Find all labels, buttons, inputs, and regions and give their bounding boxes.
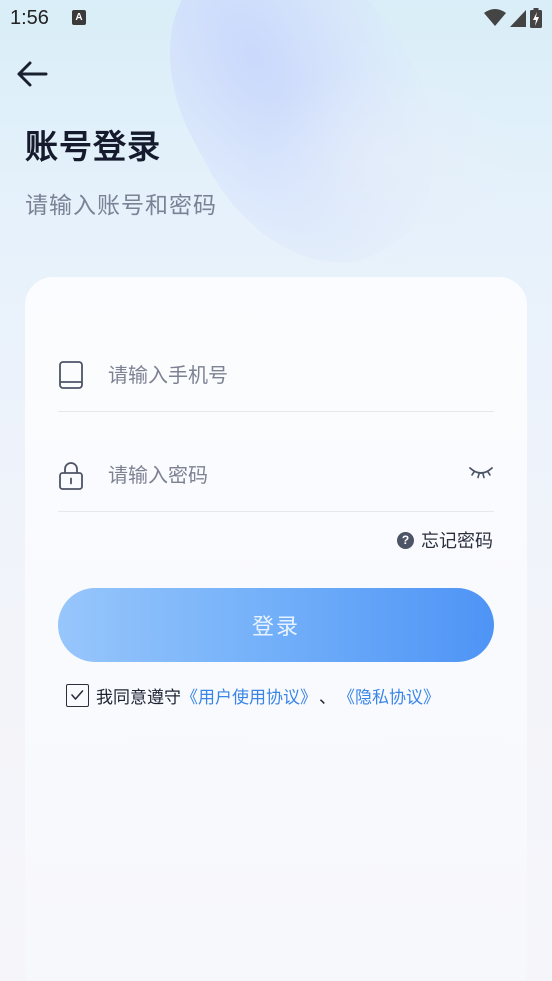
phone-icon bbox=[59, 361, 83, 389]
lock-icon bbox=[59, 462, 83, 490]
password-field bbox=[58, 452, 494, 512]
question-icon: ? bbox=[397, 531, 414, 549]
password-input[interactable] bbox=[108, 458, 448, 492]
check-icon bbox=[71, 690, 84, 700]
phone-input[interactable] bbox=[108, 358, 448, 392]
status-time: 1:56 bbox=[10, 7, 49, 29]
status-icons bbox=[484, 8, 542, 28]
eye-closed-icon bbox=[469, 467, 493, 479]
battery-icon bbox=[530, 8, 542, 28]
login-button[interactable]: 登录 bbox=[58, 588, 494, 662]
arrow-left-icon bbox=[17, 61, 48, 87]
toggle-password-visibility[interactable] bbox=[468, 462, 494, 482]
signal-icon bbox=[510, 10, 526, 27]
forgot-password-link[interactable]: ? 忘记密码 bbox=[397, 527, 493, 553]
page-subtitle: 请输入账号和密码 bbox=[25, 193, 217, 219]
agreement-separator: 、 bbox=[319, 688, 336, 708]
wifi-icon bbox=[484, 9, 506, 26]
agreement-row: 我同意遵守 《用户使用协议》 、 《隐私协议》 bbox=[66, 683, 440, 708]
user-agreement-link[interactable]: 《用户使用协议》 bbox=[181, 683, 317, 708]
agreement-prefix: 我同意遵守 bbox=[96, 688, 181, 708]
phone-field bbox=[58, 352, 494, 412]
page-title: 账号登录 bbox=[25, 127, 161, 166]
notification-icon: A bbox=[72, 10, 86, 25]
status-bar: 1:56 A bbox=[0, 0, 552, 40]
agreement-checkbox[interactable] bbox=[66, 684, 89, 707]
background-decoration-2 bbox=[260, 60, 520, 260]
privacy-agreement-link[interactable]: 《隐私协议》 bbox=[338, 683, 440, 708]
forgot-password-label: 忘记密码 bbox=[421, 531, 493, 552]
back-button[interactable] bbox=[14, 58, 52, 90]
